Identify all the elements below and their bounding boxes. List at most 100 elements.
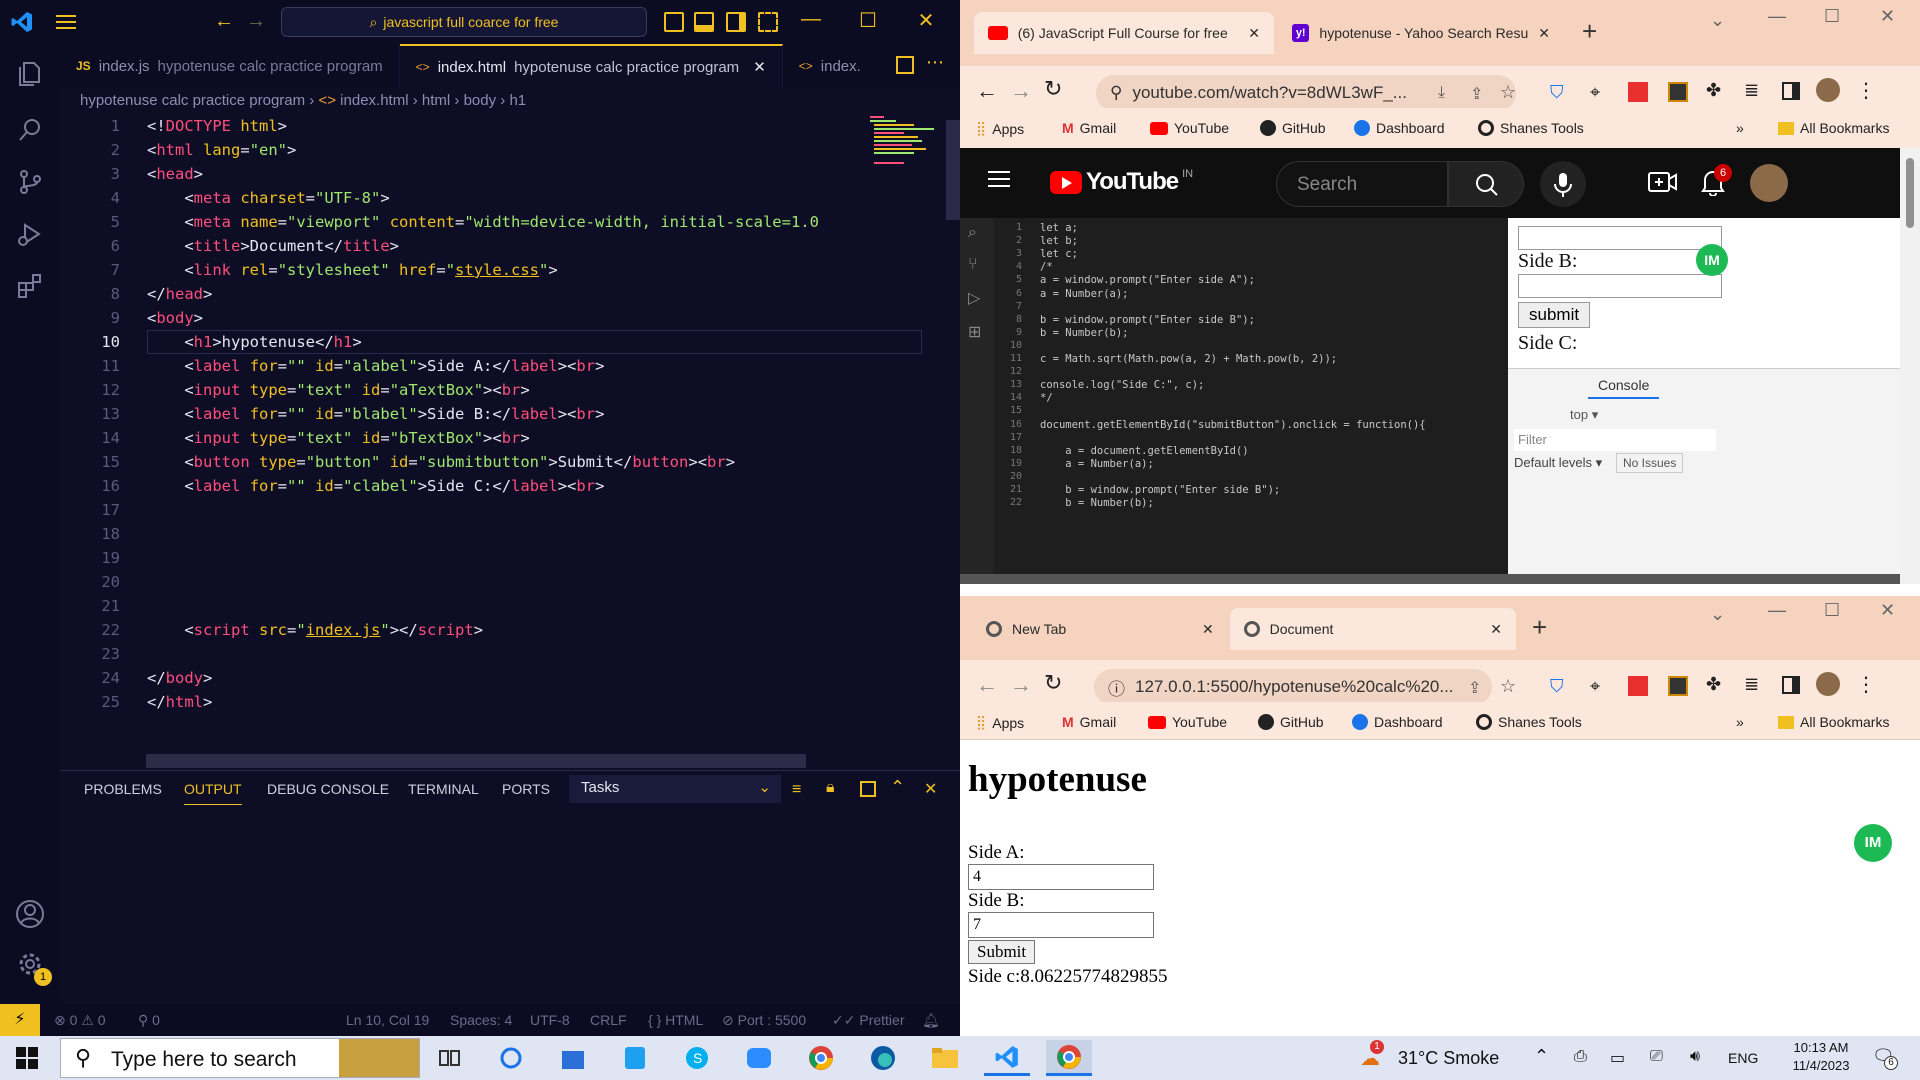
floating-extension-badge[interactable]: IM (1854, 824, 1892, 862)
back-button[interactable]: ← (976, 78, 998, 104)
profile-avatar[interactable] (1816, 672, 1840, 696)
close-tab-icon[interactable]: ✕ (1490, 621, 1502, 638)
back-button[interactable]: ← (976, 672, 998, 698)
tab-ports[interactable]: PORTS (502, 781, 550, 805)
tab-debug-console[interactable]: DEBUG CONSOLE (267, 781, 389, 805)
breadcrumb-h1[interactable]: h1 (509, 92, 526, 109)
weather-text[interactable]: 31°C Smoke (1398, 1048, 1499, 1069)
share-icon[interactable]: ⇪ (1468, 678, 1481, 698)
vscode-taskbar-icon[interactable] (984, 1040, 1030, 1076)
reload-button[interactable]: ↻ (1044, 670, 1062, 696)
profile-avatar[interactable] (1816, 78, 1840, 102)
toggle-secondary-sidebar-icon[interactable] (726, 12, 746, 32)
tab-output[interactable]: OUTPUT (184, 781, 242, 805)
ports-status[interactable]: ⚲ 0 (138, 1012, 160, 1029)
bookmark-dashboard[interactable]: Dashboard (1354, 120, 1445, 136)
forward-button[interactable]: → (1010, 672, 1032, 698)
tab-youtube[interactable]: (6) JavaScript Full Course for free ✕ (974, 12, 1274, 54)
maximize-panel-icon[interactable]: ⌃ (890, 777, 905, 798)
remote-icon[interactable]: ⚡ (0, 1004, 40, 1036)
close-button[interactable]: ✕ (1880, 600, 1895, 621)
back-arrow-icon[interactable]: ← (214, 10, 234, 33)
bookmark-star-icon[interactable]: ☆ (1500, 82, 1516, 103)
close-tab-icon[interactable]: ✕ (1538, 25, 1550, 42)
forward-button[interactable]: → (1010, 78, 1032, 104)
minimize-button[interactable]: — (1768, 600, 1786, 621)
youtube-search-input[interactable]: Search (1276, 161, 1448, 207)
side-panel-icon[interactable] (1782, 676, 1800, 694)
all-bookmarks[interactable]: All Bookmarks (1778, 714, 1889, 730)
tab-index-js[interactable]: JS index.js hypotenuse calc practice pro… (60, 44, 400, 88)
clear-output-icon[interactable]: ≡ (792, 781, 801, 799)
voice-search-mic-icon[interactable] (1540, 161, 1586, 207)
live-server-port[interactable]: ⊘ Port : 5500 (722, 1012, 806, 1029)
minimize-button[interactable]: — (1768, 6, 1786, 27)
close-button[interactable]: ✕ (911, 8, 941, 33)
extensions-puzzle-icon[interactable]: ✤ (1706, 674, 1721, 695)
notifications-bell-icon[interactable]: 6 (1700, 164, 1732, 201)
youtube-search-button[interactable] (1448, 161, 1524, 207)
indentation[interactable]: Spaces: 4 (450, 1012, 512, 1028)
settings-gear-icon[interactable]: 1 (12, 946, 52, 986)
forward-arrow-icon[interactable]: → (246, 10, 266, 33)
bookmark-shanes-tools[interactable]: Shanes Tools (1478, 120, 1584, 136)
tab-search-icon[interactable]: ⌄ (1710, 604, 1725, 625)
maximize-button[interactable]: ☐ (1824, 600, 1840, 621)
close-tab-icon[interactable]: ✕ (1248, 25, 1260, 42)
accounts-icon[interactable] (12, 896, 48, 932)
menu-icon[interactable] (44, 0, 88, 44)
maximize-button[interactable]: ☐ (1824, 6, 1840, 27)
extension-pdf-icon[interactable] (1628, 82, 1648, 102)
toggle-primary-sidebar-icon[interactable] (664, 12, 684, 32)
problems-status[interactable]: ⊗ 0 ⚠ 0 (54, 1012, 106, 1029)
install-app-icon[interactable]: ⤓ (1438, 84, 1445, 102)
share-icon[interactable]: ⇪ (1470, 84, 1483, 104)
toggle-panel-icon[interactable] (694, 12, 714, 32)
breadcrumb-folder[interactable]: hypotenuse calc practice program (80, 92, 305, 109)
extensions-puzzle-icon[interactable]: ✤ (1706, 80, 1721, 101)
tab-new-tab[interactable]: New Tab ✕ (972, 608, 1228, 650)
bookmark-gmail[interactable]: M Gmail (1062, 120, 1116, 136)
snipping-tool-icon[interactable] (488, 1040, 534, 1076)
tab-index-other[interactable]: <> index. (783, 44, 877, 88)
breadcrumb-file[interactable]: index.html (340, 92, 408, 109)
network-icon[interactable]: ⎚ (1650, 1048, 1663, 1066)
page-scrollbar[interactable] (1900, 148, 1920, 584)
maximize-button[interactable]: ☐ (853, 8, 883, 33)
bluetooth-app-icon[interactable] (612, 1040, 658, 1076)
close-tab-icon[interactable]: ✕ (753, 58, 766, 76)
close-button[interactable]: ✕ (1880, 6, 1895, 27)
submit-button[interactable]: Submit (968, 940, 1036, 964)
bookmark-apps[interactable]: ⣿ Apps (976, 714, 1024, 731)
volume-icon[interactable]: 🔊︎ (1690, 1048, 1700, 1066)
tab-search-icon[interactable]: ⌄ (1710, 10, 1725, 31)
browser-menu-icon[interactable]: ⋮ (1856, 672, 1876, 697)
run-debug-icon[interactable] (12, 216, 48, 252)
extension-pdf-icon[interactable] (1628, 676, 1648, 696)
meet-now-icon[interactable]: ⎙ (1574, 1048, 1587, 1066)
extension-location-icon[interactable]: ⌖ (1590, 82, 1600, 103)
chrome-icon[interactable] (798, 1040, 844, 1076)
media-controls-icon[interactable]: ≣ (1744, 674, 1759, 695)
bookmarks-overflow-icon[interactable]: » (1736, 714, 1744, 730)
bookmark-gmail[interactable]: M Gmail (1062, 714, 1116, 730)
file-explorer-icon[interactable] (922, 1040, 968, 1076)
hamburger-menu-icon[interactable] (988, 170, 1010, 193)
youtube-logo[interactable]: YouTube IN (1050, 168, 1193, 196)
new-tab-button[interactable]: + (1532, 612, 1547, 643)
chrome-taskbar-icon[interactable] (1046, 1040, 1092, 1076)
side-panel-icon[interactable] (1782, 82, 1800, 100)
bookmark-apps[interactable]: ⣿ Apps (976, 120, 1024, 137)
new-tab-button[interactable]: + (1582, 16, 1597, 47)
zoom-icon[interactable] (736, 1040, 782, 1076)
tab-yahoo[interactable]: y! hypotenuse - Yahoo Search Resu ✕ (1278, 12, 1564, 54)
search-icon[interactable] (12, 112, 48, 148)
browser-menu-icon[interactable]: ⋮ (1856, 78, 1876, 103)
site-info-icon[interactable]: ⓘ (1108, 675, 1125, 700)
media-controls-icon[interactable]: ≣ (1744, 80, 1759, 101)
youtube-avatar[interactable] (1750, 164, 1788, 202)
bookmark-github[interactable]: GitHub (1258, 714, 1324, 730)
minimize-button[interactable]: — (796, 8, 826, 31)
encoding[interactable]: UTF-8 (530, 1012, 570, 1028)
prettier-status[interactable]: ✓✓ Prettier (832, 1012, 904, 1029)
